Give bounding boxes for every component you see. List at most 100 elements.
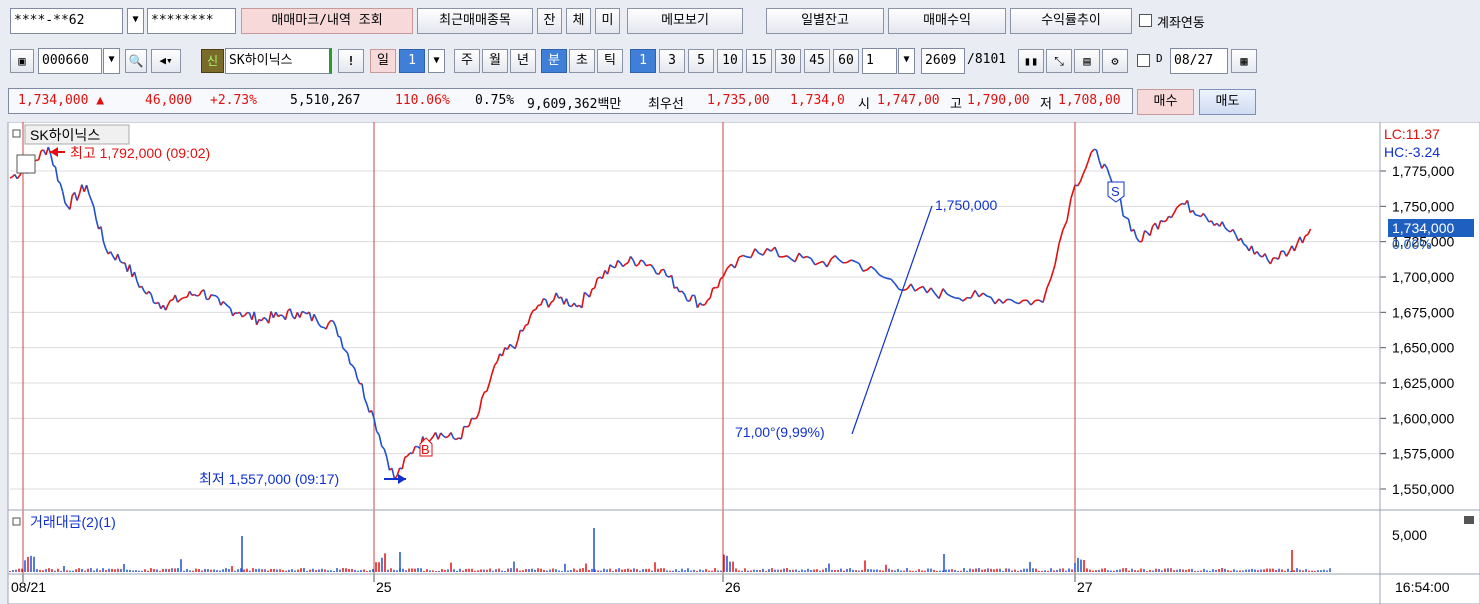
tab-balance[interactable]: 잔 xyxy=(537,8,562,34)
calendar-icon[interactable]: ▦ xyxy=(1231,49,1257,73)
sell-button[interactable]: 매도 xyxy=(1199,89,1256,115)
open-label: 시 xyxy=(858,97,870,112)
line-tool-icon[interactable]: ⤡ xyxy=(1046,49,1072,73)
tab-executed[interactable]: 체 xyxy=(566,8,591,34)
stock-name-field[interactable]: SK하이닉스 xyxy=(225,48,332,74)
interval-15-button[interactable]: 15 xyxy=(746,49,772,73)
speaker-icon[interactable]: ◀▾ xyxy=(151,49,181,73)
price-segment xyxy=(1163,220,1167,223)
best-quote-label: 최우선 xyxy=(648,97,684,112)
data-count-input[interactable]: 2609 xyxy=(921,48,965,74)
save-icon[interactable]: ▤ xyxy=(1074,49,1100,73)
search-icon[interactable]: 🔍 xyxy=(125,49,147,73)
chart-title: SK하이닉스 xyxy=(30,127,100,143)
high-label: 고 xyxy=(950,97,962,112)
y-tick-label: 1,675,000 xyxy=(1392,304,1454,320)
buy-button[interactable]: 매수 xyxy=(1137,89,1194,115)
period-year-button[interactable]: 년 xyxy=(510,49,536,73)
buy-marker-text: B xyxy=(421,442,430,457)
volume-ratio: 110.06% xyxy=(395,93,450,108)
turnover-rate: 0.75% xyxy=(475,93,515,108)
interval-45-button[interactable]: 45 xyxy=(804,49,830,73)
account-link-checkbox[interactable] xyxy=(1139,14,1152,27)
high-price: 1,790,00 xyxy=(967,93,1030,108)
price-segment xyxy=(9,176,13,179)
tab-unexecuted[interactable]: 미 xyxy=(595,8,620,34)
chevron-down-icon: ▼ xyxy=(433,55,440,66)
recent-trade-items-button[interactable]: 최근매매종목 xyxy=(417,8,533,34)
account-number-field[interactable]: ****-**62 xyxy=(10,8,123,34)
interval-input[interactable]: 1 xyxy=(862,48,897,74)
price-segment xyxy=(182,296,186,299)
period-second-button[interactable]: 초 xyxy=(569,49,595,73)
interval-3-button[interactable]: 3 xyxy=(659,49,685,73)
low-annotation-text: 최저 1,557,000 (09:17) xyxy=(199,471,339,487)
return-trend-button[interactable]: 수익률추이 xyxy=(1010,8,1132,34)
price-segment xyxy=(525,323,529,327)
current-price: 1,734,000 ▲ xyxy=(18,93,105,108)
trade-profit-button[interactable]: 매매수익 xyxy=(888,8,1006,34)
interval-30-button[interactable]: 30 xyxy=(775,49,801,73)
price-segment xyxy=(702,303,706,307)
volume-panel-close-icon[interactable] xyxy=(1464,516,1474,524)
interval-dropdown[interactable]: ▼ xyxy=(898,48,915,74)
price-segment xyxy=(445,435,449,439)
price-change-pct: +2.73% xyxy=(210,93,257,108)
x-tick-label: 08/21 xyxy=(11,579,46,595)
credit-badge: 신 xyxy=(201,49,224,73)
chevron-down-icon: ▼ xyxy=(903,54,910,65)
window-layout-icon[interactable]: ▣ xyxy=(10,49,34,73)
y-tick-label: 1,575,000 xyxy=(1392,446,1454,462)
period-day-button[interactable]: 일 xyxy=(370,49,396,73)
price-segment xyxy=(196,294,200,297)
daily-balance-button[interactable]: 일별잔고 xyxy=(766,8,884,34)
stock-code-input[interactable]: 000660 xyxy=(38,48,102,74)
memo-view-button[interactable]: 메모보기 xyxy=(627,8,743,34)
quote-bar: 1,734,000 ▲ 46,000 +2.73% 5,510,267 110.… xyxy=(0,88,1480,118)
current-price-pct: 0.00% xyxy=(1392,236,1432,252)
y-tick-label: 1,775,000 xyxy=(1392,163,1454,179)
volume: 5,510,267 xyxy=(290,93,361,108)
current-price-tag-text: 1,734,000 xyxy=(1392,220,1454,236)
high-annotation-text: 최고 1,792,000 (09:02) xyxy=(70,145,210,161)
stock-code-dropdown[interactable]: ▼ xyxy=(103,48,120,74)
volume-panel-collapse-icon[interactable] xyxy=(12,517,21,526)
period-dropdown[interactable]: ▼ xyxy=(428,49,445,73)
y-tick-label: 1,650,000 xyxy=(1392,340,1454,356)
period-value-field[interactable]: 1 xyxy=(399,49,425,73)
price-segment xyxy=(330,319,334,322)
toolbar-row-2: ▣ 000660 ▼ 🔍 ◀▾ 신 SK하이닉스 ! 일 1 ▼ 주 월 년 분… xyxy=(0,48,1480,80)
price-segment xyxy=(591,287,595,290)
hc-label: HC:-3.24 xyxy=(1384,144,1440,160)
y-tick-label: 1,600,000 xyxy=(1392,410,1454,426)
alert-button[interactable]: ! xyxy=(338,49,364,73)
best-ask: 1,735,00 xyxy=(707,93,770,108)
interval-10-button[interactable]: 10 xyxy=(717,49,743,73)
x-tick-label: 27 xyxy=(1077,579,1093,595)
interval-60-button[interactable]: 60 xyxy=(833,49,859,73)
best-bid: 1,734,0 xyxy=(790,93,845,108)
price-segment xyxy=(153,302,157,305)
high-annotation: 최고 1,792,000 (09:02) xyxy=(50,145,210,161)
period-week-button[interactable]: 주 xyxy=(454,49,480,73)
account-link-label: 계좌연동 xyxy=(1157,16,1205,31)
grid-toggle-icon[interactable] xyxy=(16,154,36,174)
x-tick-label: 25 xyxy=(376,579,392,595)
price-chart[interactable]: 1,775,0001,750,0001,725,0001,700,0001,67… xyxy=(0,122,1480,604)
price-segment xyxy=(1034,299,1040,302)
date-checkbox[interactable] xyxy=(1137,54,1150,67)
interval-1-button[interactable]: 1 xyxy=(630,49,656,73)
account-dropdown-button[interactable]: ▼ xyxy=(127,8,144,34)
price-segment xyxy=(280,314,284,317)
panel-collapse-icon[interactable] xyxy=(12,129,21,138)
period-month-button[interactable]: 월 xyxy=(482,49,508,73)
trade-mark-history-button[interactable]: 매매마크/내역 조회 xyxy=(241,8,413,34)
password-field[interactable]: ******** xyxy=(147,8,236,34)
interval-5-button[interactable]: 5 xyxy=(688,49,714,73)
date-input[interactable]: 08/27 xyxy=(1170,48,1228,74)
period-tick-button[interactable]: 틱 xyxy=(597,49,623,73)
gear-icon[interactable]: ⚙ xyxy=(1102,49,1128,73)
candle-style-icon[interactable]: ▮▮ xyxy=(1018,49,1044,73)
price-segment xyxy=(484,390,488,393)
period-minute-button[interactable]: 분 xyxy=(541,49,567,73)
